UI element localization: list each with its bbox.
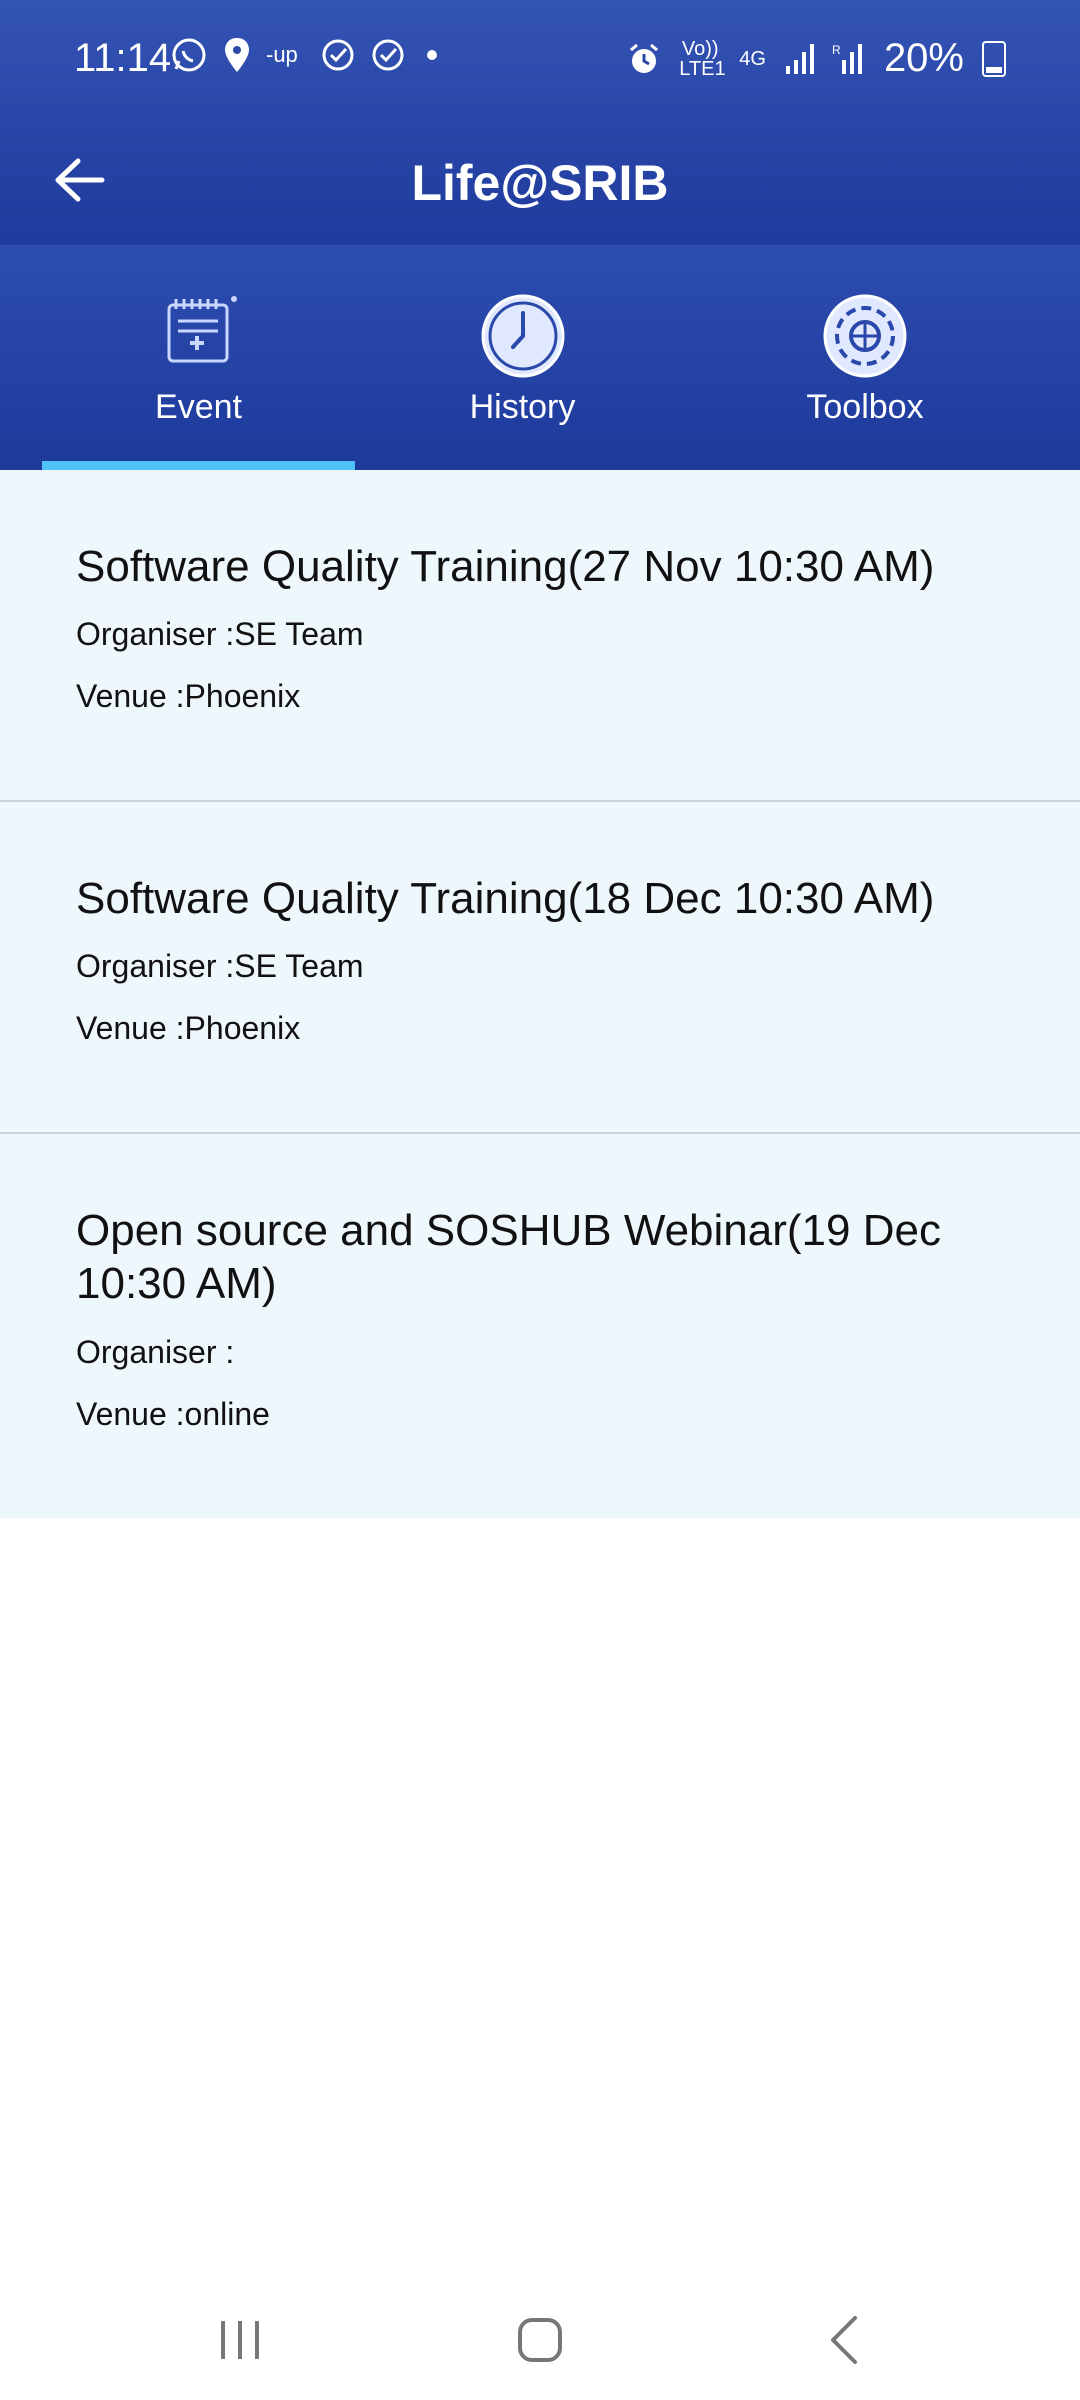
selected-tab-indicator	[42, 461, 355, 470]
page-title: Life@SRIB	[411, 155, 669, 211]
check-circle-icon	[372, 39, 404, 71]
back-nav-button[interactable]	[805, 2310, 885, 2370]
svg-text:-up: -up	[266, 42, 298, 67]
event-venue: Venue :Phoenix	[76, 1010, 301, 1046]
event-venue: Venue :online	[76, 1396, 270, 1432]
system-icons: Vo)) LTE1 4G R 20%	[627, 36, 1006, 81]
tab-label: Toolbox	[806, 388, 924, 426]
top-bar: 11:14 -up Vo)) LTE1 4G R 20% Life@SRIB	[0, 0, 1080, 245]
location-pin-icon	[225, 38, 249, 72]
tab-event[interactable]: Event	[42, 245, 355, 470]
event-list: Software Quality Training(27 Nov 10:30 A…	[0, 470, 1080, 1518]
system-navigation-bar	[0, 2270, 1080, 2400]
list-item[interactable]: Software Quality Training(27 Nov 10:30 A…	[0, 470, 1080, 802]
status-bar: 11:14 -up Vo)) LTE1 4G R 20%	[0, 0, 1080, 120]
recent-apps-button[interactable]	[200, 2310, 280, 2370]
upi-icon: -up	[266, 42, 298, 67]
clock-icon	[478, 291, 568, 381]
recent-apps-icon	[221, 2321, 259, 2359]
calendar-plus-icon	[154, 291, 244, 381]
event-title: Software Quality Training(18 Dec 10:30 A…	[76, 874, 935, 923]
signal-roaming-icon: R	[832, 43, 862, 74]
event-organiser: Organiser :SE Team	[76, 948, 364, 984]
tab-label: History	[469, 388, 576, 426]
battery-icon	[982, 40, 1006, 77]
notification-icons: -up	[170, 36, 444, 74]
gear-icon	[820, 291, 910, 381]
event-organiser: Organiser :	[76, 1334, 235, 1370]
event-title: Open source and SOSHUB Webinar(19 Dec 10…	[76, 1206, 941, 1308]
chevron-left-icon	[831, 2316, 857, 2364]
battery-percentage: 20%	[883, 36, 964, 80]
home-button[interactable]	[500, 2310, 580, 2370]
volte-indicator: Vo)) LTE1	[679, 37, 726, 80]
whatsapp-icon	[172, 38, 206, 72]
tab-bar: Event History Toolbox	[0, 245, 1080, 470]
tab-toolbox[interactable]: Toolbox	[710, 245, 1020, 470]
svg-text:R: R	[832, 43, 841, 57]
list-item[interactable]: Open source and SOSHUB Webinar(19 Dec 10…	[0, 1134, 1080, 1518]
event-venue: Venue :Phoenix	[76, 678, 301, 714]
home-icon	[518, 2318, 562, 2362]
dot-icon	[427, 50, 437, 60]
signal-icon	[785, 43, 814, 74]
4g-indicator: 4G	[739, 47, 766, 70]
check-circle-icon	[322, 39, 354, 71]
alarm-icon	[630, 43, 659, 73]
list-item[interactable]: Software Quality Training(18 Dec 10:30 A…	[0, 802, 1080, 1134]
app-bar: Life@SRIB	[0, 120, 1080, 245]
event-organiser: Organiser :SE Team	[76, 616, 364, 652]
event-title: Software Quality Training(27 Nov 10:30 A…	[76, 542, 935, 591]
tab-history[interactable]: History	[370, 245, 675, 470]
tab-label: Event	[155, 388, 242, 426]
status-time: 11:14	[74, 36, 172, 80]
